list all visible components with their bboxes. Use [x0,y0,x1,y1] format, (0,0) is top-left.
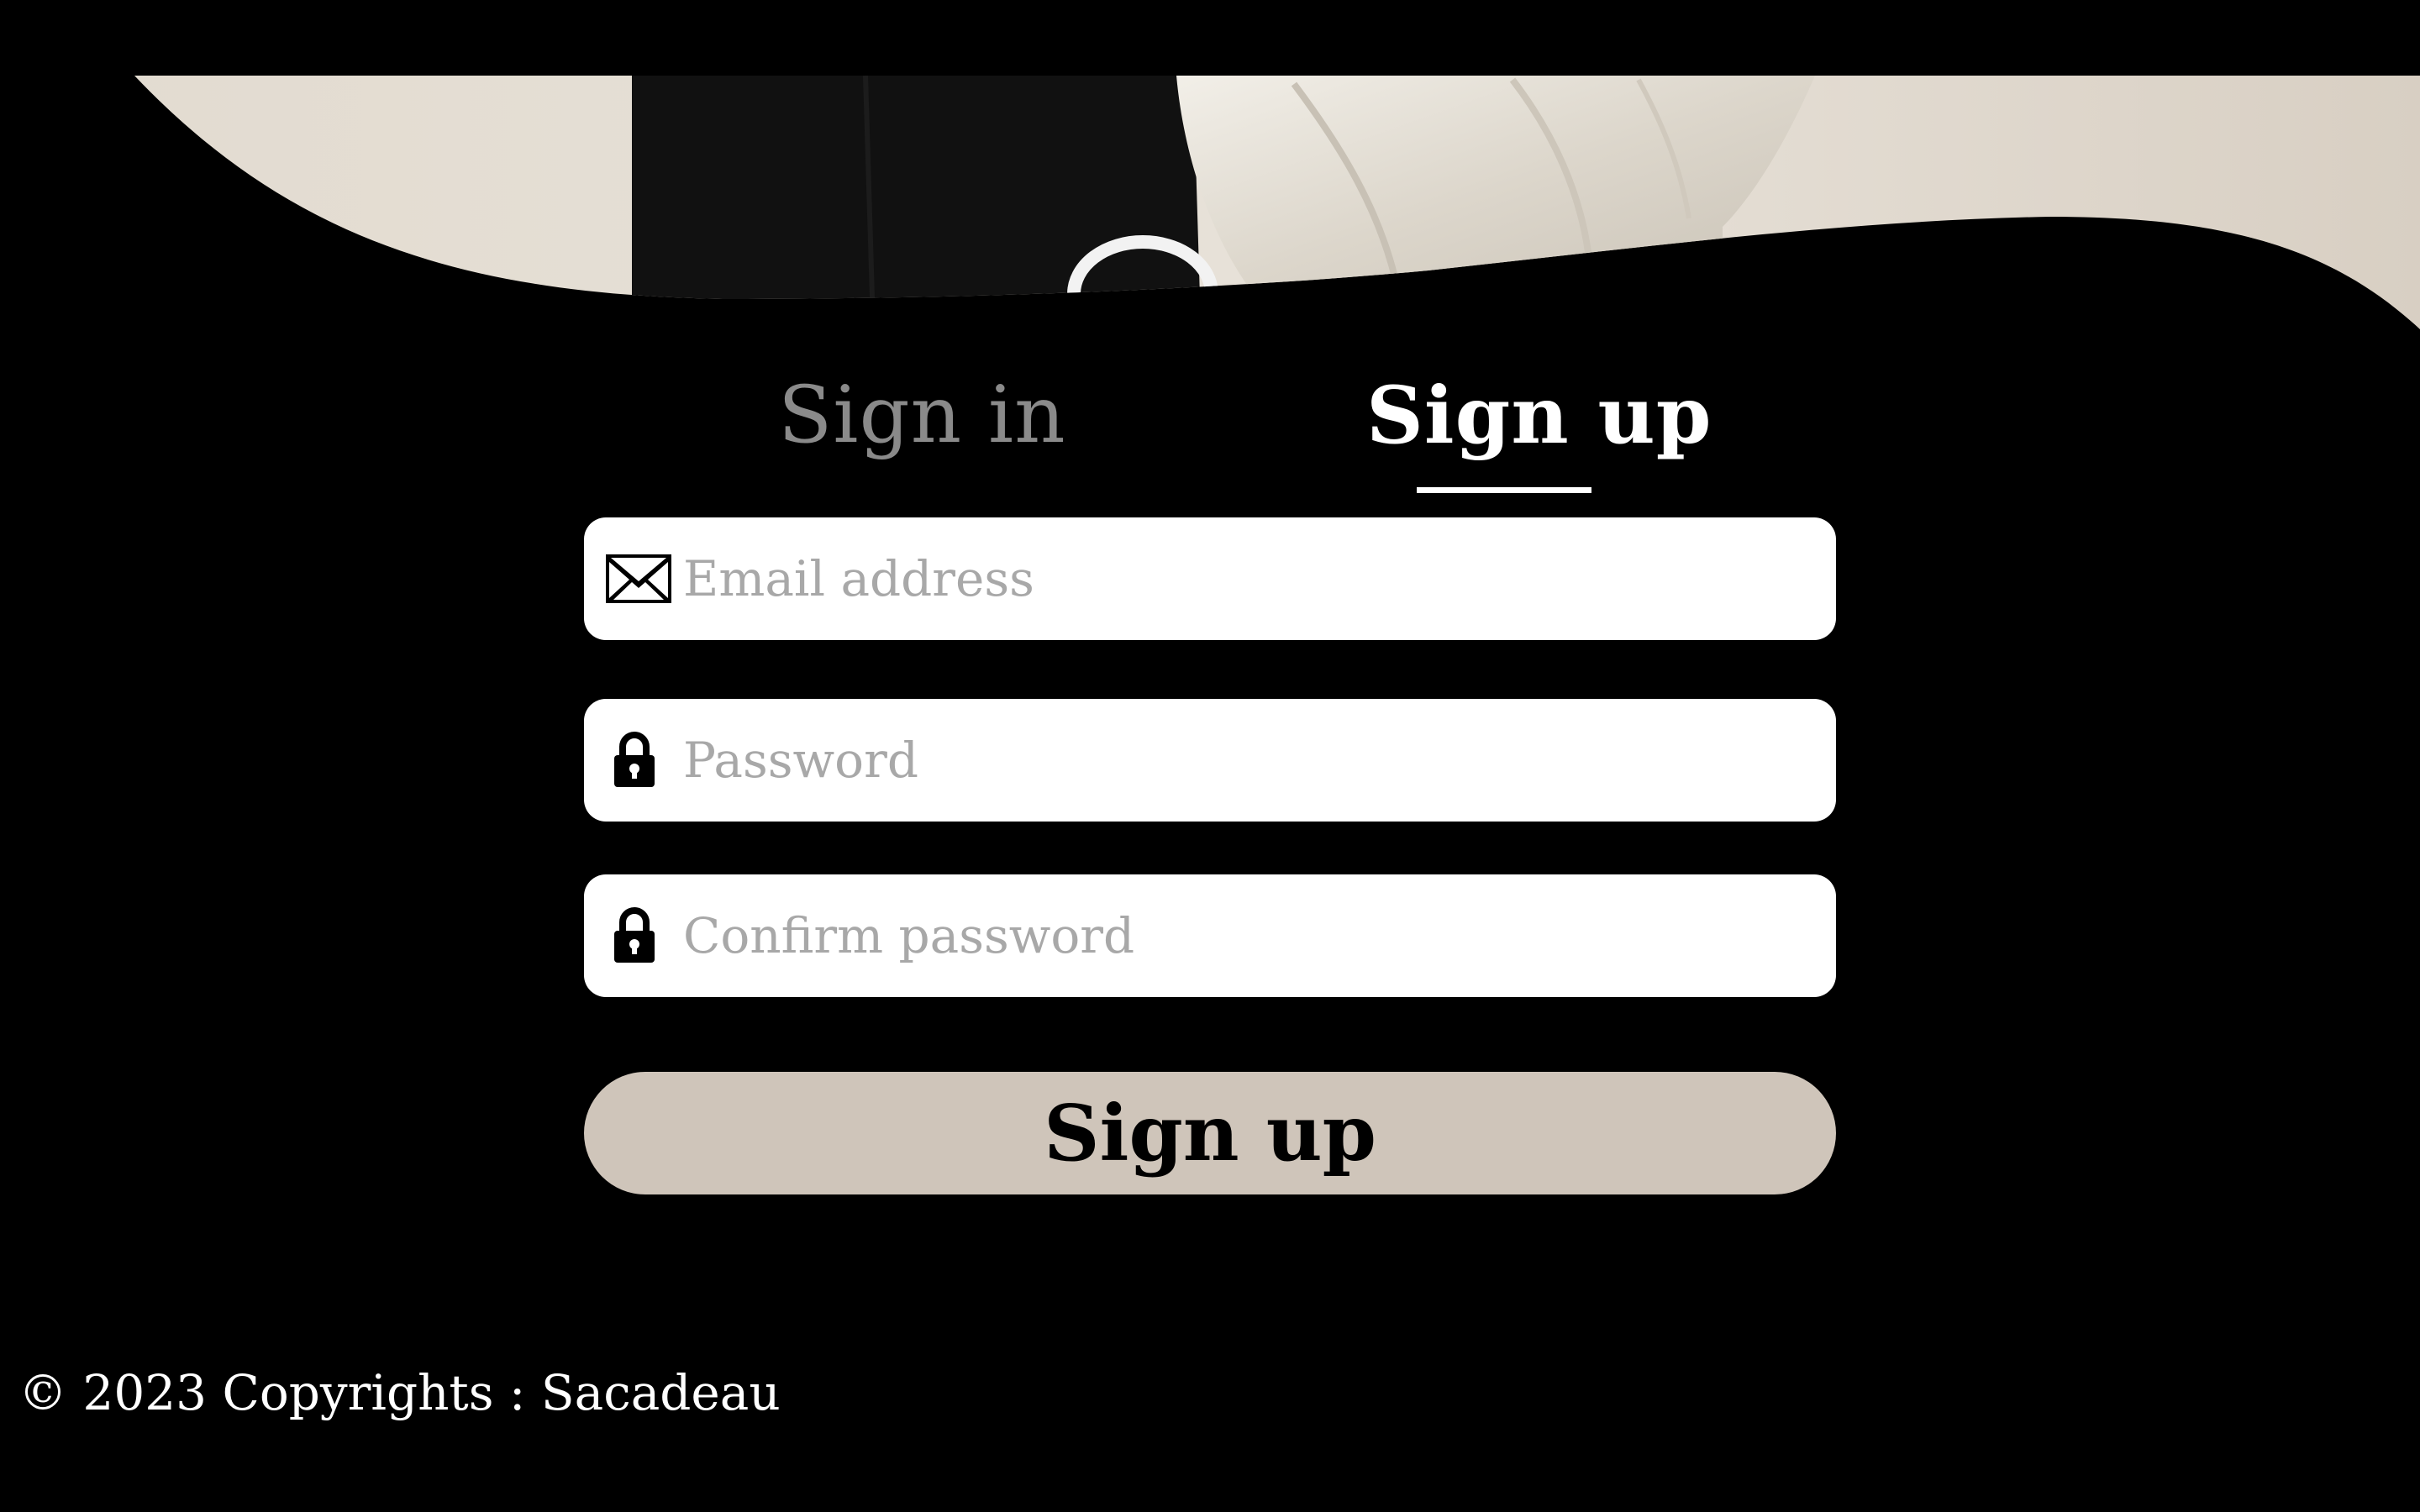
copyright-text: © 2023 Copyrights : Sacadeau [18,1364,781,1421]
tab-sign-in[interactable]: Sign in [778,361,1066,470]
auth-tabs: Sign in Sign up [0,361,2420,496]
active-tab-underline [1417,487,1591,493]
signup-page: Sign in Sign up Email address Sign up © … [0,0,2420,1512]
password-input[interactable] [683,699,1809,822]
sign-up-button[interactable]: Sign up [584,1072,1836,1194]
envelope-icon [606,517,671,640]
email-field[interactable] [584,517,1836,640]
password-field[interactable] [584,699,1836,822]
lock-icon [613,699,656,822]
email-input[interactable] [683,517,1809,640]
lock-icon [613,874,656,997]
confirm-password-field[interactable] [584,874,1836,997]
tab-sign-up[interactable]: Sign up [1366,361,1712,470]
confirm-password-input[interactable] [683,874,1809,997]
hero-image [0,0,2420,353]
